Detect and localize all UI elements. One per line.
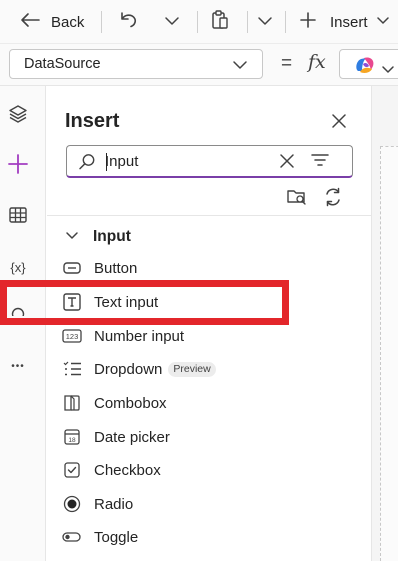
variables-button[interactable]: {x} [5, 254, 31, 280]
clipboard-icon [211, 9, 229, 35]
close-icon [331, 113, 347, 134]
table-icon [8, 206, 28, 229]
undo-icon [118, 11, 138, 34]
item-label: Date picker [94, 428, 170, 446]
item-label: Button [94, 259, 138, 277]
fx-button[interactable]: fx [308, 51, 326, 73]
chevron-down-icon [376, 13, 390, 31]
refresh-button[interactable] [322, 186, 344, 213]
toggle-icon [62, 527, 82, 547]
list-item-dropdown[interactable]: Dropdown Preview [62, 355, 362, 383]
undo-menu-button[interactable] [164, 9, 180, 35]
command-bar: Back Insert [0, 0, 398, 44]
property-value: DataSource [24, 56, 101, 72]
close-icon [280, 154, 294, 168]
svg-text:18: 18 [68, 437, 76, 444]
checkbox-icon [62, 460, 82, 480]
back-label: Back [51, 13, 85, 31]
list-item-number-input[interactable]: 123 Number input [62, 322, 362, 350]
list-item-toggle[interactable]: Toggle [62, 523, 362, 551]
item-label: Dropdown [94, 360, 163, 378]
search-icon [78, 153, 96, 176]
insert-label: Insert [330, 13, 368, 31]
variables-icon: {x} [10, 259, 26, 275]
list-item-combobox[interactable]: Combobox [62, 389, 362, 417]
more-button[interactable]: ••• [5, 353, 31, 379]
undo-button[interactable] [118, 9, 138, 35]
data-button[interactable] [5, 204, 31, 230]
browse-folder-button[interactable] [286, 187, 308, 212]
clear-search-button[interactable] [278, 152, 296, 175]
panel-title: Insert [65, 110, 120, 132]
list-item-button[interactable]: Button [62, 254, 362, 282]
list-item-checkbox[interactable]: Checkbox [62, 456, 362, 484]
list-item-radio[interactable]: Radio [62, 490, 362, 518]
tree-view-button[interactable] [5, 103, 31, 129]
radio-icon [62, 494, 82, 514]
divider [47, 215, 371, 216]
back-button[interactable]: Back [20, 9, 84, 35]
preview-badge: Preview [168, 361, 216, 377]
highlight-box [0, 280, 289, 325]
plus-icon [7, 153, 29, 180]
more-icon: ••• [11, 360, 25, 372]
insert-rail-button[interactable] [5, 153, 31, 179]
search-box [66, 145, 353, 178]
copilot-icon [354, 55, 376, 80]
formula-bar: DataSource = fx [0, 44, 398, 86]
insert-menu-button[interactable]: Insert [299, 9, 390, 35]
number-input-icon: 123 [62, 326, 82, 346]
group-header-input[interactable]: Input [65, 226, 131, 248]
layers-icon [8, 104, 28, 129]
paste-button[interactable] [211, 9, 229, 35]
calendar-icon: 18 [62, 427, 82, 447]
chevron-down-icon [164, 13, 180, 31]
folder-search-icon [287, 190, 306, 205]
item-label: Toggle [94, 528, 139, 546]
search-input[interactable] [105, 149, 275, 173]
paste-menu-button[interactable] [257, 9, 273, 35]
chevron-down-icon [257, 13, 273, 31]
equals-sign: = [281, 53, 293, 74]
list-item-date-picker[interactable]: 18 Date picker [62, 423, 362, 451]
filter-button[interactable] [311, 153, 329, 174]
divider [197, 11, 198, 33]
chevron-down-icon [232, 58, 248, 74]
refresh-icon [326, 187, 340, 207]
svg-text:123: 123 [66, 332, 79, 341]
close-button[interactable] [327, 111, 351, 135]
canvas-area[interactable] [371, 86, 398, 561]
dropdown-icon [62, 359, 82, 379]
screen-frame [380, 146, 398, 561]
chevron-down-icon [381, 61, 395, 79]
group-label: Input [93, 228, 131, 245]
divider [101, 11, 102, 33]
item-label: Checkbox [94, 461, 161, 479]
divider [247, 11, 248, 33]
copilot-button[interactable] [339, 49, 398, 79]
combobox-icon [62, 393, 82, 413]
item-label: Combobox [94, 394, 167, 412]
filter-icon [311, 154, 329, 166]
item-label: Number input [94, 327, 185, 345]
plus-icon [299, 11, 317, 34]
button-icon [62, 258, 82, 278]
chevron-down-icon [65, 228, 79, 246]
item-label: Radio [94, 495, 134, 513]
divider [285, 11, 286, 33]
property-dropdown[interactable]: DataSource [9, 49, 263, 79]
arrow-left-icon [20, 12, 40, 33]
text-cursor [106, 153, 107, 171]
